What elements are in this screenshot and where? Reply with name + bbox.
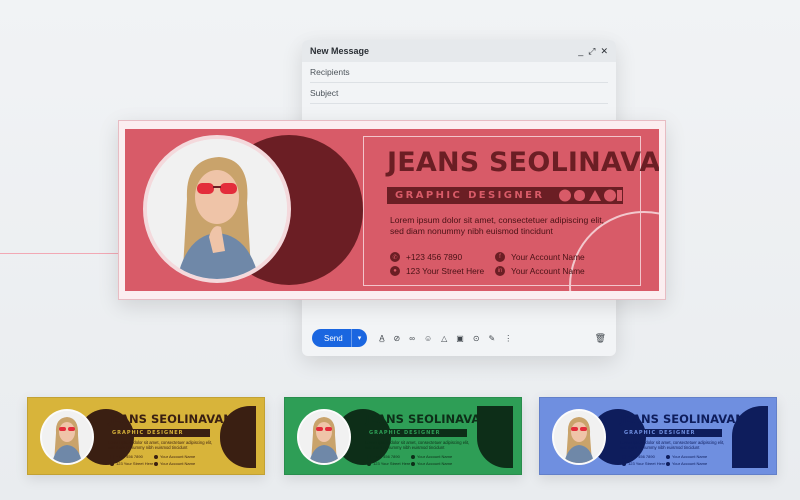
facebook-icon: f	[495, 252, 505, 262]
variant-address: 123 Your Street Here	[110, 461, 153, 466]
format-tools: A̲ ⊘ ∞ ☺ △ ▣ ⊙ ✎ ⋮	[379, 334, 512, 343]
attach-icon[interactable]: ⊘	[394, 334, 401, 343]
compose-title: New Message	[310, 46, 370, 56]
link-icon[interactable]: ∞	[409, 334, 415, 343]
drive-icon[interactable]: △	[441, 334, 447, 343]
recipients-field[interactable]: Recipients	[310, 62, 608, 83]
close-icon[interactable]: ✕	[600, 46, 608, 57]
subject-field[interactable]: Subject	[310, 83, 608, 104]
variant-facebook: Your Account Name	[154, 454, 195, 459]
pen-icon[interactable]: ✎	[489, 334, 496, 343]
linkedin-text: Your Account Name	[511, 266, 585, 276]
variant-photo	[552, 409, 606, 465]
decorative-shapes-icon	[559, 189, 622, 202]
phone-text: +123 456 7890	[406, 252, 463, 262]
more-icon[interactable]: ⋮	[504, 334, 512, 343]
variant-linkedin: Your Account Name	[154, 461, 195, 466]
facebook-text: Your Account Name	[511, 252, 585, 262]
variant-address: 123 Your Street Here	[367, 461, 410, 466]
lock-icon[interactable]: ⊙	[473, 334, 480, 343]
compose-toolbar: Send ▾ A̲ ⊘ ∞ ☺ △ ▣ ⊙ ✎ ⋮ 🗑	[302, 320, 616, 356]
whatsapp-icon: ✆	[390, 252, 400, 262]
emoji-icon[interactable]: ☺	[424, 334, 432, 343]
variant-linkedin: Your Account Name	[411, 461, 452, 466]
contact-address: ● 123 Your Street Here	[390, 266, 484, 276]
variant-phone: +123 456 7890	[367, 454, 400, 459]
text-format-icon[interactable]: A̲	[379, 334, 384, 343]
contact-facebook: f Your Account Name	[495, 252, 585, 262]
minimize-icon[interactable]: _	[578, 46, 583, 57]
variant-photo	[297, 409, 351, 465]
variant-role: GRAPHIC DESIGNER	[112, 430, 184, 436]
image-icon[interactable]: ▣	[456, 334, 464, 343]
signature-variant-blue: JEANS SEOLINAVANA GRAPHIC DESIGNER Lorem…	[539, 397, 777, 475]
contact-linkedin: in Your Account Name	[495, 266, 585, 276]
variant-role: GRAPHIC DESIGNER	[369, 430, 441, 436]
variant-facebook: Your Account Name	[411, 454, 452, 459]
send-button[interactable]: Send ▾	[312, 329, 368, 347]
window-controls: _ ⤢ ✕	[578, 46, 608, 57]
signature-variant-yellow: JEANS SEOLINAVANA GRAPHIC DESIGNER Lorem…	[27, 397, 265, 475]
signature-role: GRAPHIC DESIGNER	[395, 190, 545, 201]
address-text: 123 Your Street Here	[406, 266, 485, 276]
variant-description: Lorem ipsum dolor sit amet, consectetuer…	[365, 440, 470, 450]
contact-phone: ✆ +123 456 7890	[390, 252, 462, 262]
signature-description: Lorem ipsum dolor sit amet, consectetuer…	[390, 215, 604, 236]
expand-icon[interactable]: ⤢	[588, 46, 595, 57]
profile-photo	[143, 135, 291, 283]
send-label: Send	[324, 333, 343, 343]
signature-body: JEANS SEOLINAVANA GRAPHIC DESIGNER Lorem…	[125, 129, 659, 291]
email-signature: JEANS SEOLINAVANA GRAPHIC DESIGNER Lorem…	[118, 120, 666, 300]
compose-header: New Message _ ⤢ ✕	[302, 40, 616, 62]
signature-name: JEANS SEOLINAVANA	[387, 147, 659, 178]
variant-phone: +123 456 7890	[622, 454, 655, 459]
variant-end-shape	[477, 406, 513, 468]
linkedin-icon: in	[495, 266, 505, 276]
variant-linkedin: Your Account Name	[666, 461, 707, 466]
trash-icon[interactable]: 🗑	[595, 333, 606, 344]
variant-phone: +123 456 7890	[110, 454, 143, 459]
location-icon: ●	[390, 266, 400, 276]
variant-description: Lorem ipsum dolor sit amet, consectetuer…	[620, 440, 725, 450]
signature-variant-green: JEANS SEOLINAVANA GRAPHIC DESIGNER Lorem…	[284, 397, 522, 475]
send-options-icon[interactable]: ▾	[350, 329, 368, 347]
variant-role: GRAPHIC DESIGNER	[624, 430, 696, 436]
variant-facebook: Your Account Name	[666, 454, 707, 459]
variant-description: Lorem ipsum dolor sit amet, consectetuer…	[108, 440, 213, 450]
variant-address: 123 Your Street Here	[622, 461, 665, 466]
variant-photo	[40, 409, 94, 465]
